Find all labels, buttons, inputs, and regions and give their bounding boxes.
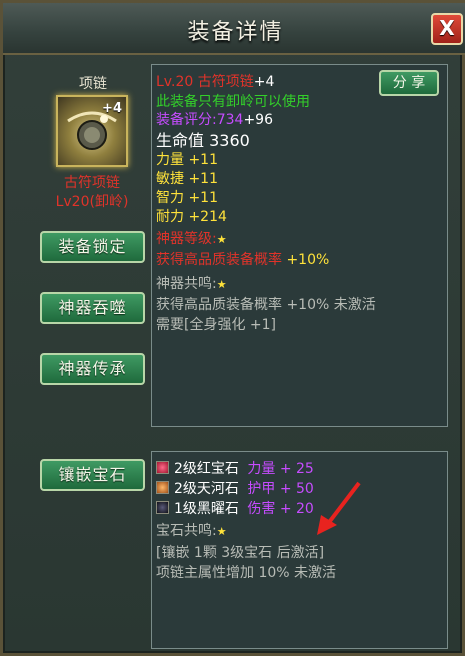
resonance-effect: 获得高品质装备概率 +10% 未激活 (156, 297, 376, 313)
gem-row: 2级天河石 护甲 + 50 (156, 478, 314, 498)
star-icon: ★ (216, 278, 227, 291)
gem-stat: 护甲 + 50 (247, 481, 314, 497)
gem-resonance-effect: 项链主属性增加 10% 未激活 (156, 565, 337, 581)
gem-name: 1级黑曜石 (174, 501, 239, 517)
equipment-detail-window: 装备详情 X 项链 +4 古符项链 Lv20(卸岭) 装备锁定 神器吞噬 神器传… (0, 0, 465, 656)
score-bonus: +96 (243, 112, 273, 128)
stat-value: +11 (188, 171, 218, 187)
gem-stat: 伤害 + 20 (247, 501, 314, 517)
stat-value: +11 (188, 152, 218, 168)
hp-value: 3360 (209, 131, 250, 150)
lock-equipment-button[interactable]: 装备锁定 (40, 231, 145, 263)
red-gem-icon (156, 461, 169, 474)
orange-gem-icon (156, 481, 169, 494)
artifact-inherit-button[interactable]: 神器传承 (40, 353, 145, 385)
item-name-block: 古符项链 Lv20(卸岭) (43, 174, 141, 212)
gem-row: 1级黑曜石 伤害 + 20 (156, 498, 314, 518)
item-level-tag: Lv20(卸岭) (55, 194, 129, 210)
black-gem-icon (156, 501, 169, 514)
gem-row: 2级红宝石 力量 + 25 (156, 458, 314, 478)
equipment-score: 装备评分:734+96 (156, 109, 273, 129)
inlay-gem-button[interactable]: 镶嵌宝石 (40, 459, 145, 491)
title-bar: 装备详情 X (3, 3, 465, 55)
artifact-bonus-line: 获得高品质装备概率 +10% (156, 249, 329, 269)
stat-label: 敏捷 (156, 171, 184, 187)
hp-label: 生命值 (156, 131, 205, 150)
item-title-line: Lv.20 古符项链+4 (156, 71, 274, 91)
star-icon: ★ (216, 525, 227, 538)
score-label: 装备评分: (156, 112, 217, 128)
stat-label: 力量 (156, 152, 184, 168)
stat-label: 耐力 (156, 209, 184, 225)
share-button[interactable]: 分 享 (379, 70, 439, 96)
item-title: Lv.20 古符项链 (156, 74, 254, 90)
gem-stat: 力量 + 25 (247, 461, 314, 477)
score-value: 734 (216, 112, 244, 128)
hp-line: 生命值 3360 (156, 127, 250, 151)
item-name: 古符项链 (64, 175, 120, 191)
item-enhance-level: +4 (102, 101, 122, 116)
necklace-item-icon[interactable]: +4 (56, 95, 128, 167)
resonance-requirement: 需要[全身强化 +1] (156, 317, 277, 333)
item-title-plus: +4 (253, 74, 275, 90)
artifact-bonus-text: 获得高品质装备概率 (156, 252, 282, 268)
stat-intelligence: 智力 +11 (156, 187, 218, 207)
stat-label: 智力 (156, 190, 184, 206)
stat-stamina: 耐力 +214 (156, 206, 227, 226)
gem-name: 2级天河石 (174, 481, 239, 497)
artifact-resonance-line: 神器共鸣:★ (156, 273, 227, 293)
annotation-arrow-icon (317, 481, 361, 535)
stat-agility: 敏捷 +11 (156, 168, 218, 188)
stat-strength: 力量 +11 (156, 149, 218, 169)
close-button[interactable]: X (431, 13, 463, 45)
gem-resonance-label: 宝石共鸣: (156, 523, 217, 539)
window-title: 装备详情 (187, 20, 284, 45)
stat-value: +214 (188, 209, 227, 225)
stat-value: +11 (188, 190, 218, 206)
gem-name: 2级红宝石 (174, 461, 239, 477)
artifact-devour-button[interactable]: 神器吞噬 (40, 292, 145, 324)
slot-label: 项链 (79, 76, 107, 92)
star-icon: ★ (216, 233, 227, 246)
artifact-level-line: 神器等级:★ (156, 228, 227, 248)
artifact-bonus-value: +10% (286, 252, 330, 268)
gem-resonance-line: 宝石共鸣:★ (156, 520, 227, 540)
class-restriction: 此装备只有卸岭可以使用 (156, 94, 310, 110)
artifact-level-label: 神器等级: (156, 231, 217, 247)
resonance-label: 神器共鸣: (156, 276, 217, 292)
gem-resonance-requirement: [镶嵌 1颗 3级宝石 后激活] (156, 545, 325, 561)
